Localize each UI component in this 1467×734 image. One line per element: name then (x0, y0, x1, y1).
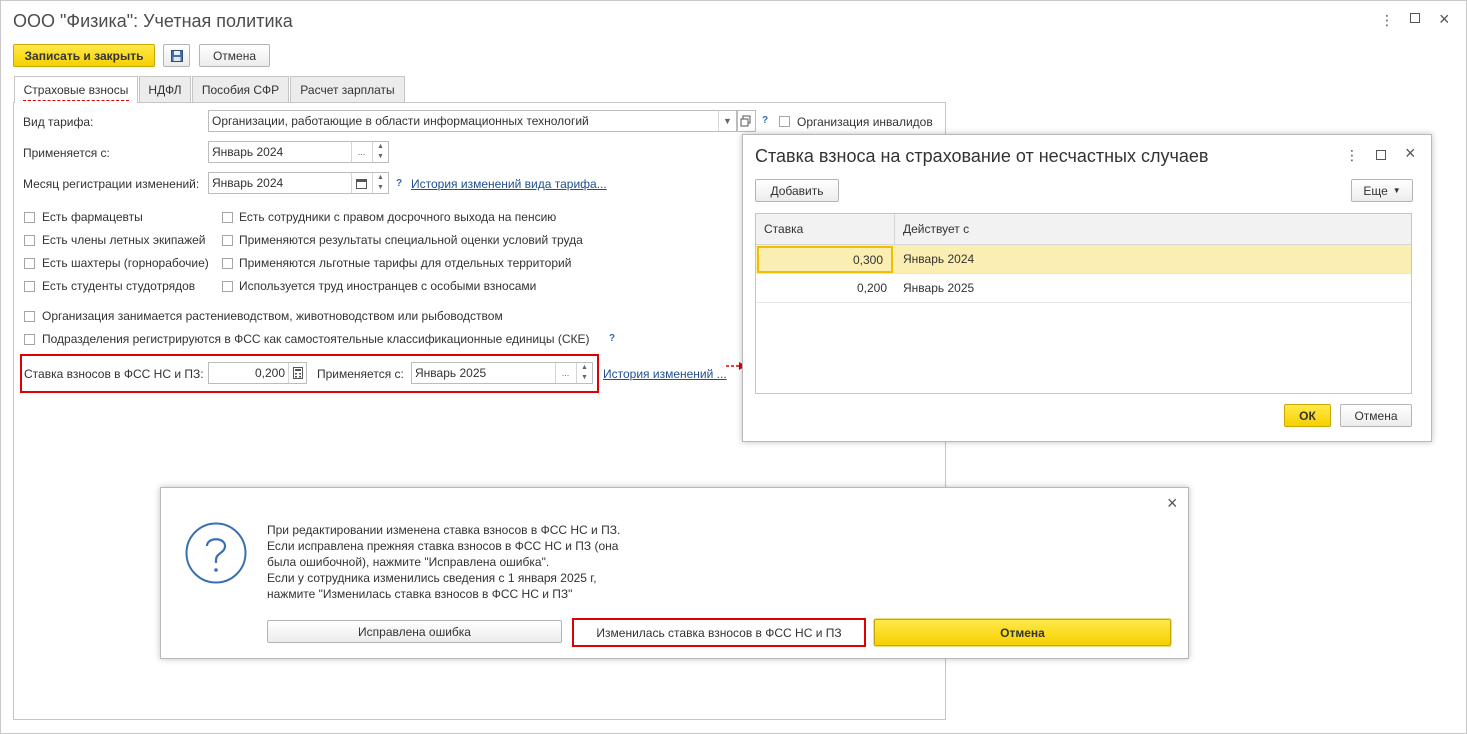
checkbox-label: Есть студенты студотрядов (42, 279, 196, 293)
checkbox-label: Есть шахтеры (горнорабочие) (42, 256, 209, 270)
checkbox-label: Используется труд иностранцев с особыми … (239, 279, 537, 293)
applies-label: Применяется с: (23, 146, 110, 160)
tariff-history-link[interactable]: История изменений вида тарифа... (411, 177, 607, 191)
col-rate-header: Ставка (756, 214, 895, 244)
tab-payroll[interactable]: Расчет зарплаты (290, 76, 405, 102)
table-row[interactable]: 0,300 Январь 2024 (756, 245, 1411, 274)
agro-checkbox[interactable] (24, 311, 35, 322)
more-menu-icon[interactable]: ⋮ (1380, 12, 1394, 29)
checkbox[interactable] (24, 235, 35, 246)
spin-icon[interactable]: ▲ ▼ (576, 363, 592, 383)
fss-applies-value: Январь 2025 (415, 366, 487, 380)
help-icon[interactable]: ? (396, 178, 402, 189)
maximize-icon[interactable] (1376, 150, 1386, 160)
maximize-icon[interactable] (1410, 13, 1420, 23)
checkbox-label: Применяются результаты специальной оценк… (239, 233, 583, 247)
more-label: Еще (1363, 183, 1388, 198)
checkbox-label: Есть фармацевты (42, 210, 143, 224)
checkbox-label: Есть члены летных экипажей (42, 233, 206, 247)
dropdown-arrow-icon[interactable]: ▼ (718, 111, 736, 131)
checkbox[interactable] (24, 212, 35, 223)
message-line: При редактировании изменена ставка взнос… (267, 523, 621, 537)
spin-icon[interactable]: ▲ ▼ (372, 173, 388, 193)
checkbox[interactable] (24, 281, 35, 292)
month-field[interactable]: Январь 2024 ▲ ▼ (208, 172, 389, 194)
message-line: нажмите "Изменилась ставка взносов в ФСС… (267, 587, 573, 601)
agro-label: Организация занимается растениеводством,… (42, 309, 503, 323)
fss-applies-field[interactable]: Январь 2025 ... ▲ ▼ (411, 362, 593, 384)
add-button[interactable]: Добавить (755, 179, 839, 202)
disabled-org-checkbox[interactable] (779, 116, 790, 127)
select-dots-icon[interactable]: ... (555, 363, 575, 383)
open-tariff-button[interactable] (737, 110, 756, 132)
fss-rate-value: 0,200 (254, 366, 285, 380)
question-dialog: × При редактировании изменена ставка взн… (160, 487, 1189, 659)
from-cell: Январь 2024 (903, 252, 975, 266)
checkbox-label: Применяются льготные тарифы для отдельны… (239, 256, 572, 270)
error-fixed-button[interactable]: Исправлена ошибка (267, 620, 562, 643)
close-icon[interactable]: × (1405, 143, 1416, 164)
cancel-button[interactable]: Отмена (1340, 404, 1412, 427)
rate-dialog: Ставка взноса на страхование от несчастн… (742, 134, 1432, 442)
tariff-label: Вид тарифа: (23, 115, 94, 129)
applies-value: Январь 2024 (212, 145, 284, 159)
help-icon[interactable]: ? (609, 333, 615, 344)
ok-button[interactable]: ОК (1284, 404, 1331, 427)
checkbox[interactable] (24, 258, 35, 269)
message-line: Если у сотрудника изменились сведения с … (267, 571, 597, 585)
table-row[interactable]: 0,200 Январь 2025 (756, 274, 1411, 303)
question-cancel-button[interactable]: Отмена (874, 619, 1171, 646)
from-cell: Январь 2025 (903, 281, 975, 295)
ske-checkbox[interactable] (24, 334, 35, 345)
more-menu-icon[interactable]: ⋮ (1345, 147, 1359, 164)
chevron-down-icon: ▼ (1392, 186, 1401, 195)
open-icon (740, 115, 751, 127)
table-header: Ставка Действует с (756, 214, 1411, 245)
cancel-button[interactable]: Отмена (199, 44, 270, 67)
tab-insurance[interactable]: Страховые взносы (14, 76, 138, 103)
rates-table: Ставка Действует с 0,300 Январь 2024 0,2… (755, 213, 1412, 394)
rate-dialog-title: Ставка взноса на страхование от несчастн… (755, 146, 1209, 166)
fss-applies-label: Применяется с: (317, 367, 404, 381)
calendar-icon[interactable] (351, 173, 371, 193)
close-icon[interactable]: × (1439, 9, 1450, 30)
month-value: Январь 2024 (212, 176, 284, 190)
calculator-icon[interactable] (288, 363, 306, 383)
save-button[interactable] (163, 44, 190, 67)
close-icon[interactable]: × (1167, 493, 1178, 514)
checkbox[interactable] (222, 281, 233, 292)
tab-insurance-label: Страховые взносы (23, 83, 129, 97)
fss-history-link[interactable]: История изменений ... (603, 367, 727, 381)
checkbox-label: Есть сотрудники с правом досрочного выхо… (239, 210, 557, 224)
checkbox[interactable] (222, 258, 233, 269)
help-icon[interactable]: ? (762, 115, 768, 126)
question-message: При редактировании изменена ставка взнос… (267, 522, 620, 602)
more-button[interactable]: Еще ▼ (1351, 179, 1413, 202)
disabled-org-label: Организация инвалидов (797, 115, 933, 129)
select-dots-icon[interactable]: ... (351, 142, 371, 162)
save-close-button[interactable]: Записать и закрыть (13, 44, 155, 67)
tab-benefits[interactable]: Пособия СФР (192, 76, 289, 102)
checkbox[interactable] (222, 235, 233, 246)
col-from-header: Действует с (903, 222, 970, 236)
applies-field[interactable]: Январь 2024 ... ▲ ▼ (208, 141, 389, 163)
window-title: ООО "Физика": Учетная политика (13, 11, 293, 31)
message-line: была ошибочной), нажмите "Исправлена оши… (267, 555, 550, 569)
fss-rate-input[interactable]: 0,200 (208, 362, 307, 384)
question-icon (185, 522, 247, 584)
floppy-icon (170, 49, 183, 62)
rate-cell[interactable]: 0,300 (757, 246, 893, 273)
rate-cell: 0,200 (856, 281, 887, 295)
tariff-value: Организации, работающие в области информ… (212, 114, 589, 128)
tariff-select[interactable]: Организации, работающие в области информ… (208, 110, 737, 132)
ske-label: Подразделения регистрируются в ФСС как с… (42, 332, 590, 346)
spin-icon[interactable]: ▲ ▼ (372, 142, 388, 162)
tab-ndfl[interactable]: НДФЛ (139, 76, 191, 102)
month-label: Месяц регистрации изменений: (23, 177, 200, 191)
checkbox[interactable] (222, 212, 233, 223)
rate-changed-button[interactable]: Изменилась ставка взносов в ФСС НС и ПЗ (577, 621, 861, 644)
message-line: Если исправлена прежняя ставка взносов в… (267, 539, 619, 553)
fss-label: Ставка взносов в ФСС НС и ПЗ: (24, 367, 204, 381)
